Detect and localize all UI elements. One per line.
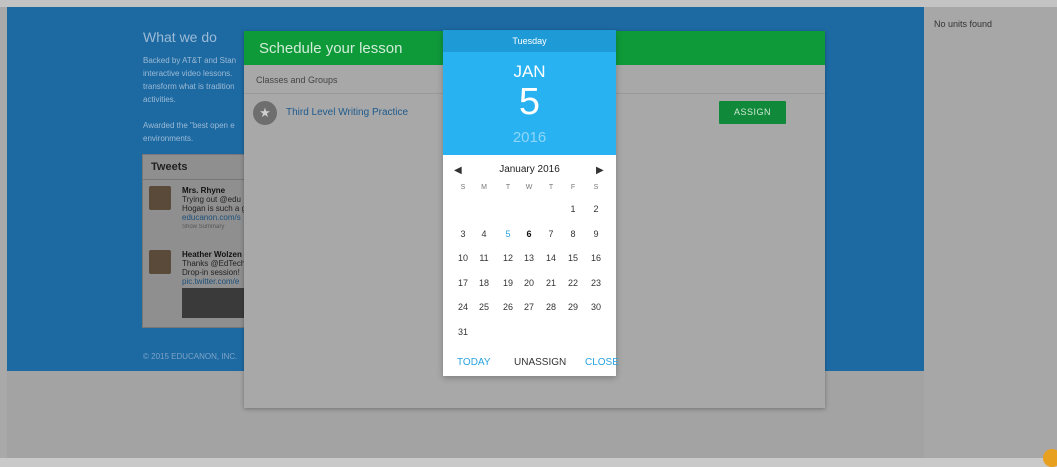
calendar-day[interactable]: 18: [474, 278, 494, 288]
calendar-day[interactable]: 24: [453, 302, 473, 312]
tweet-author: Mrs. Rhyne: [182, 186, 226, 195]
show-summary-link[interactable]: Show Summary: [182, 224, 252, 230]
calendar-day[interactable]: 1: [563, 204, 583, 214]
left-strip: [0, 7, 7, 458]
close-button[interactable]: CLOSE: [585, 357, 619, 368]
weekday-header: S: [593, 184, 599, 191]
what-we-do-title: What we do: [143, 29, 217, 45]
calendar-month-title: January 2016: [499, 164, 560, 175]
tweet-text: Trying out @edu: [182, 195, 241, 204]
calendar-day[interactable]: 29: [563, 302, 583, 312]
today-button[interactable]: TODAY: [457, 357, 491, 368]
tweets-divider: [143, 179, 253, 180]
calendar-day[interactable]: 22: [563, 278, 583, 288]
calendar-day[interactable]: 23: [586, 278, 606, 288]
calendar-day[interactable]: 26: [498, 302, 518, 312]
tweet-text: Drop-in session!: [182, 268, 240, 277]
selected-year[interactable]: 2016: [443, 129, 616, 146]
calendar-day[interactable]: 8: [563, 229, 583, 239]
units-panel: No units found: [924, 7, 1057, 458]
footer-copyright: © 2015 EDUCANON, INC.: [143, 352, 238, 361]
selected-date-display: JAN 5 2016: [443, 52, 616, 155]
top-strip: [0, 0, 1057, 7]
paragraph-line: environments.: [143, 134, 194, 143]
tweet-media-image[interactable]: [182, 288, 252, 318]
calendar-day[interactable]: 11: [474, 253, 494, 263]
paragraph-line: Awarded the "best open e: [143, 121, 235, 130]
calendar-day[interactable]: 6: [519, 229, 539, 239]
prev-month-icon[interactable]: ◀: [454, 165, 462, 176]
no-units-text: No units found: [934, 19, 993, 29]
paragraph-line: interactive video lessons.: [143, 69, 233, 78]
calendar-day[interactable]: 28: [541, 302, 561, 312]
calendar-day[interactable]: 3: [453, 229, 473, 239]
calendar-day[interactable]: 14: [541, 253, 561, 263]
calendar-day[interactable]: 7: [541, 229, 561, 239]
paragraph-line: transform what is tradition: [143, 82, 235, 91]
weekday-header: M: [481, 184, 487, 191]
calendar-day[interactable]: 12: [498, 253, 518, 263]
calendar-day[interactable]: 31: [453, 327, 473, 337]
assign-button[interactable]: ASSIGN: [719, 101, 786, 124]
tweets-header: Tweets: [151, 161, 188, 173]
star-icon: ★: [253, 101, 277, 125]
tweet-link[interactable]: educanon.com/s: [182, 213, 252, 222]
calendar-day[interactable]: 5: [498, 229, 518, 239]
tweet-text: Hogan is such a g: [182, 204, 247, 213]
selected-weekday: Tuesday: [443, 30, 616, 52]
calendar-day[interactable]: 19: [498, 278, 518, 288]
calendar-day[interactable]: 13: [519, 253, 539, 263]
classes-groups-label: Classes and Groups: [256, 75, 338, 85]
calendar-day[interactable]: 20: [519, 278, 539, 288]
calendar-day[interactable]: 15: [563, 253, 583, 263]
date-picker: Tuesday JAN 5 2016 January 2016 ◀ ▶ SMTW…: [443, 30, 619, 376]
calendar-day[interactable]: 9: [586, 229, 606, 239]
paragraph-line: Backed by AT&T and Stan: [143, 56, 237, 65]
tweet-text: Thanks @EdTech: [182, 259, 246, 268]
calendar-day[interactable]: 25: [474, 302, 494, 312]
class-name-link[interactable]: Third Level Writing Practice: [286, 107, 408, 118]
modal-title: Schedule your lesson: [259, 40, 403, 57]
unassign-button[interactable]: UNASSIGN: [514, 357, 566, 368]
help-badge-icon[interactable]: [1043, 449, 1057, 467]
calendar-day[interactable]: 17: [453, 278, 473, 288]
calendar-day[interactable]: 21: [541, 278, 561, 288]
selected-day[interactable]: 5: [443, 81, 616, 124]
tweet-link[interactable]: pic.twitter.com/e: [182, 277, 252, 286]
next-month-icon[interactable]: ▶: [596, 165, 604, 176]
tweet-author: Heather Wolzen: [182, 250, 242, 259]
weekday-header: F: [570, 184, 576, 191]
weekday-header: S: [460, 184, 466, 191]
calendar-day[interactable]: 16: [586, 253, 606, 263]
calendar-day[interactable]: 2: [586, 204, 606, 214]
weekday-header: W: [525, 184, 533, 191]
weekday-header: T: [505, 184, 511, 191]
avatar: [149, 186, 171, 210]
weekday-header: T: [548, 184, 554, 191]
selected-month[interactable]: JAN: [443, 62, 616, 82]
tweets-widget: Tweets Mrs. Rhyne Trying out @edu Hogan …: [142, 154, 254, 328]
calendar-day[interactable]: 30: [586, 302, 606, 312]
paragraph-line: activities.: [143, 95, 176, 104]
calendar-day[interactable]: 10: [453, 253, 473, 263]
avatar: [149, 250, 171, 274]
calendar-day[interactable]: 4: [474, 229, 494, 239]
calendar-day[interactable]: 27: [519, 302, 539, 312]
